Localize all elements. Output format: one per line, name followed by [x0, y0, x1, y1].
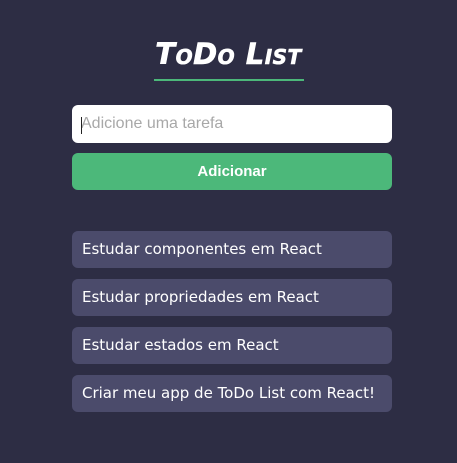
- task-item[interactable]: Estudar componentes em React: [72, 231, 392, 268]
- text-caret: [81, 117, 82, 134]
- task-list: Estudar componentes em React Estudar pro…: [72, 231, 392, 412]
- title-underline: [153, 79, 304, 81]
- add-task-button[interactable]: Adicionar: [72, 153, 392, 190]
- task-item[interactable]: Estudar propriedades em React: [72, 279, 392, 316]
- add-task-form: Adicionar: [72, 105, 392, 190]
- task-input[interactable]: [72, 105, 392, 143]
- todo-app: ToDo List Adicionar Estudar componentes …: [0, 0, 457, 463]
- header: ToDo List: [0, 34, 457, 81]
- page-title: ToDo List: [155, 37, 302, 72]
- task-item[interactable]: Estudar estados em React: [72, 327, 392, 364]
- task-item[interactable]: Criar meu app de ToDo List com React!: [72, 375, 392, 412]
